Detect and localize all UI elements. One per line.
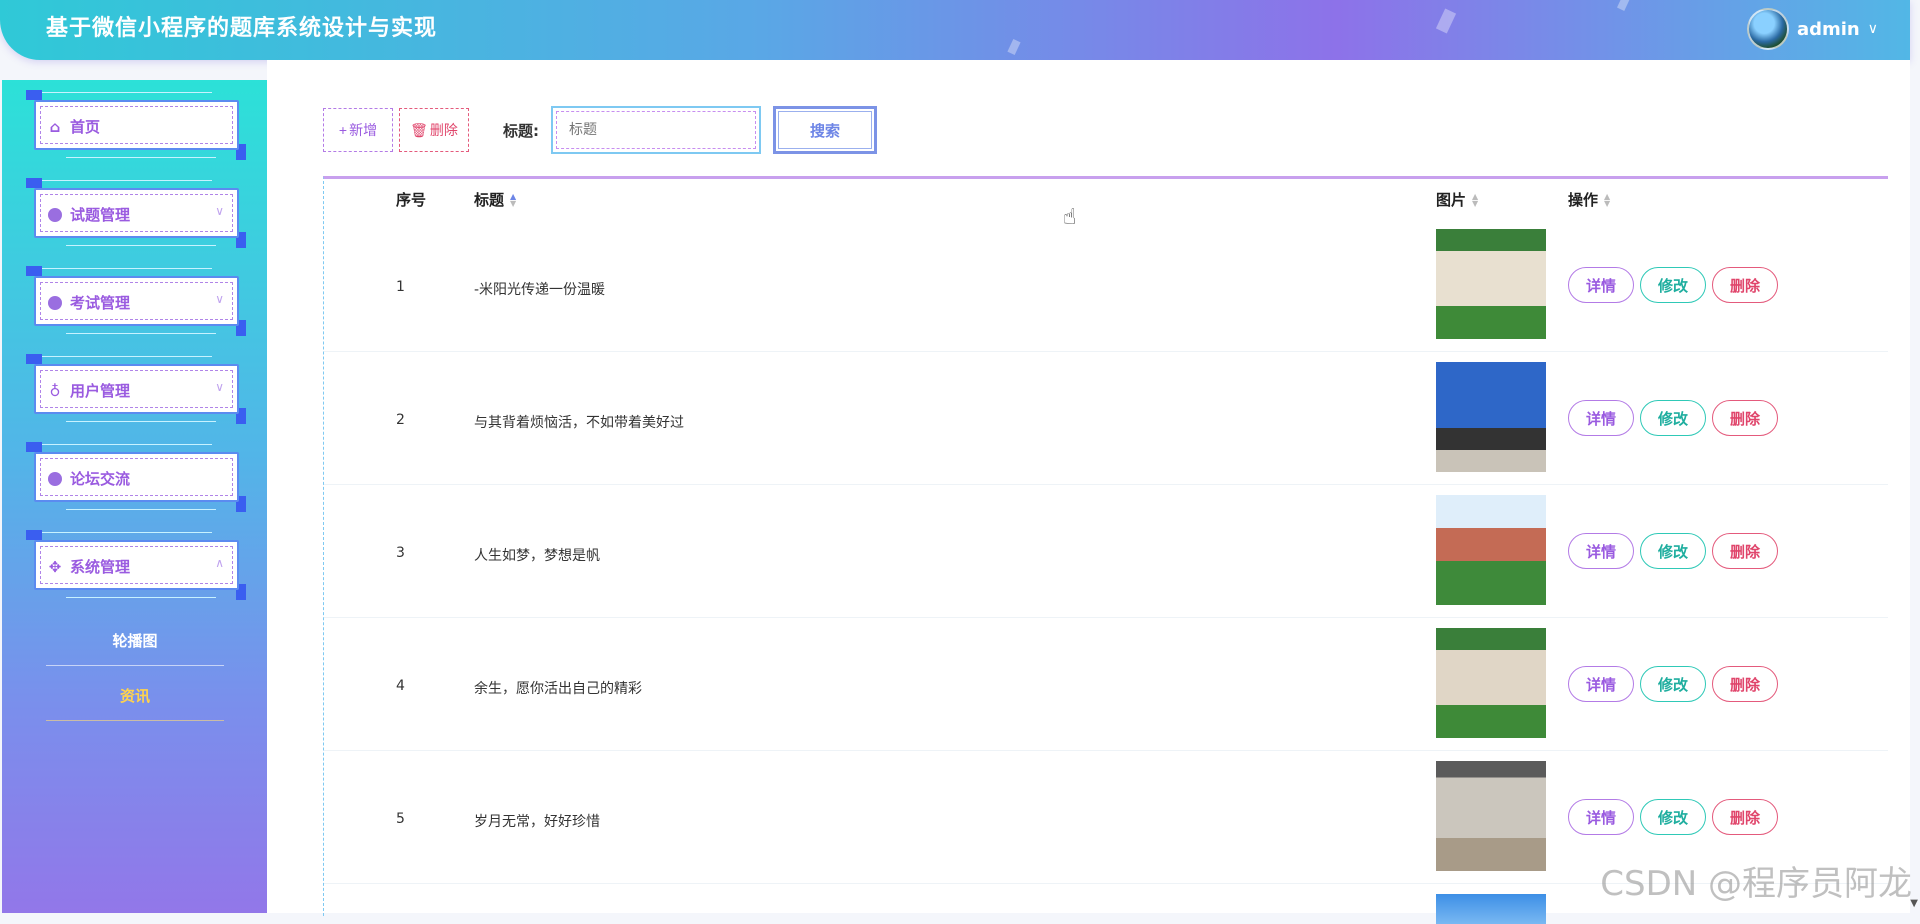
plus-icon: + — [339, 122, 347, 138]
row-thumbnail[interactable] — [1436, 894, 1546, 924]
row-title: -米阳光传递一份温暖 — [474, 279, 605, 299]
title-search-input[interactable] — [551, 106, 761, 154]
row-actions: 详情 修改 删除 — [1568, 799, 1778, 835]
user-menu[interactable]: admin ∨ — [1747, 8, 1878, 50]
row-thumbnail[interactable] — [1436, 628, 1546, 738]
row-no: 1 — [396, 279, 405, 295]
detail-button[interactable]: 详情 — [1568, 400, 1634, 436]
toolbar: + 新增 🗑 删除 标题: 搜索 — [323, 106, 877, 154]
sidebar-item-exams[interactable]: 考试管理 ∨ — [26, 266, 246, 336]
user-badge-icon: ♁ — [48, 384, 62, 398]
row-actions: 详情 修改 删除 — [1568, 400, 1778, 436]
row-actions: 详情 修改 删除 — [1568, 533, 1778, 569]
chevron-down-icon[interactable]: ∨ — [1868, 21, 1878, 37]
row-no: 2 — [396, 412, 405, 428]
sort-icon[interactable]: ▲▼ — [1604, 193, 1610, 207]
sidebar-item-home[interactable]: ⌂ 首页 — [26, 90, 246, 160]
sidebar-item-label: 试题管理 — [70, 204, 130, 225]
grid-icon: ✥ — [48, 560, 62, 574]
search-button[interactable]: 搜索 — [773, 106, 877, 154]
main-content: + 新增 🗑 删除 标题: 搜索 序号 标题 ▲▼ 图片 ▲▼ 操作 ▲ — [267, 60, 1910, 913]
edit-button[interactable]: 修改 — [1640, 400, 1706, 436]
column-header-image[interactable]: 图片 ▲▼ — [1436, 189, 1478, 210]
table-row[interactable]: 4 余生，愿你活出自己的精彩 详情 修改 删除 — [324, 618, 1888, 751]
detail-button[interactable]: 详情 — [1568, 799, 1634, 835]
edit-button[interactable]: 修改 — [1640, 533, 1706, 569]
detail-button[interactable]: 详情 — [1568, 267, 1634, 303]
chevron-down-icon: ∨ — [215, 204, 224, 218]
dot-circle-icon — [48, 472, 62, 486]
sidebar-item-label: 论坛交流 — [70, 468, 130, 489]
row-thumbnail[interactable] — [1436, 761, 1546, 871]
edit-button[interactable]: 修改 — [1640, 799, 1706, 835]
row-thumbnail[interactable] — [1436, 495, 1546, 605]
add-button[interactable]: + 新增 — [323, 108, 393, 152]
row-title: 余生，愿你活出自己的精彩 — [474, 678, 642, 698]
top-header: 基于微信小程序的题库系统设计与实现 admin ∨ — [0, 0, 1910, 60]
row-actions: 详情 修改 删除 — [1568, 267, 1778, 303]
sidebar-item-users[interactable]: ♁ 用户管理 ∨ — [26, 354, 246, 424]
sidebar-item-forum[interactable]: 论坛交流 — [26, 442, 246, 512]
sidebar-item-label: 系统管理 — [70, 556, 130, 577]
user-name[interactable]: admin — [1797, 19, 1860, 40]
batch-delete-button[interactable]: 🗑 删除 — [399, 108, 469, 152]
delete-button[interactable]: 删除 — [1712, 799, 1778, 835]
delete-button[interactable]: 删除 — [1712, 400, 1778, 436]
hand-cursor-icon: ☝ — [1063, 205, 1076, 230]
delete-button[interactable]: 删除 — [1712, 267, 1778, 303]
trash-icon: 🗑 — [410, 122, 428, 139]
app-title: 基于微信小程序的题库系统设计与实现 — [46, 10, 437, 42]
watermark: CSDN @程序员阿龙 — [1600, 856, 1912, 905]
dot-circle-icon — [48, 208, 62, 222]
table-row[interactable]: 1 -米阳光传递一份温暖 详情 修改 删除 — [324, 219, 1888, 352]
chevron-up-icon: ∧ — [215, 556, 224, 570]
edit-button[interactable]: 修改 — [1640, 666, 1706, 702]
sort-icon[interactable]: ▲▼ — [510, 193, 516, 207]
avatar[interactable] — [1747, 8, 1789, 50]
chevron-down-icon: ∨ — [215, 292, 224, 306]
row-title: 与其背着烦恼活，不如带着美好过 — [474, 412, 684, 432]
submenu-item-news[interactable]: 资讯 — [46, 685, 224, 721]
home-icon: ⌂ — [48, 120, 62, 134]
row-no: 3 — [396, 545, 405, 561]
row-thumbnail[interactable] — [1436, 362, 1546, 472]
sidebar-item-questions[interactable]: 试题管理 ∨ — [26, 178, 246, 248]
edit-button[interactable]: 修改 — [1640, 267, 1706, 303]
sidebar-item-label: 用户管理 — [70, 380, 130, 401]
row-title: 人生如梦，梦想是帆 — [474, 545, 600, 565]
row-no: 5 — [396, 811, 405, 827]
detail-button[interactable]: 详情 — [1568, 533, 1634, 569]
data-table: 序号 标题 ▲▼ 图片 ▲▼ 操作 ▲▼ 1 -米阳光传递一份温暖 详情 修改 … — [323, 176, 1888, 916]
table-row[interactable]: 3 人生如梦，梦想是帆 详情 修改 删除 — [324, 485, 1888, 618]
submenu-item-carousel[interactable]: 轮播图 — [46, 630, 224, 666]
delete-button[interactable]: 删除 — [1712, 666, 1778, 702]
row-actions: 详情 修改 删除 — [1568, 666, 1778, 702]
table-row[interactable]: 2 与其背着烦恼活，不如带着美好过 详情 修改 删除 — [324, 352, 1888, 485]
detail-button[interactable]: 详情 — [1568, 666, 1634, 702]
column-header-actions[interactable]: 操作 ▲▼ — [1568, 189, 1610, 210]
row-title: 岁月无常，好好珍惜 — [474, 811, 600, 831]
sidebar-item-label: 考试管理 — [70, 292, 130, 313]
table-header: 序号 标题 ▲▼ 图片 ▲▼ 操作 ▲▼ — [324, 179, 1888, 219]
column-header-no: 序号 — [396, 189, 426, 210]
title-filter-label: 标题: — [503, 120, 539, 141]
row-no: 4 — [396, 678, 405, 694]
sidebar-item-label: 首页 — [70, 116, 100, 137]
sidebar: ⌂ 首页 试题管理 ∨ 考试管理 ∨ ♁ 用户管理 ∨ — [2, 80, 267, 913]
row-thumbnail[interactable] — [1436, 229, 1546, 339]
sidebar-item-system[interactable]: ✥ 系统管理 ∧ — [26, 530, 246, 600]
scroll-down-arrow-icon[interactable]: ▼ — [1910, 898, 1918, 909]
delete-button[interactable]: 删除 — [1712, 533, 1778, 569]
dot-circle-icon — [48, 296, 62, 310]
sort-icon[interactable]: ▲▼ — [1472, 193, 1478, 207]
chevron-down-icon: ∨ — [215, 380, 224, 394]
column-header-title[interactable]: 标题 ▲▼ — [474, 189, 516, 210]
